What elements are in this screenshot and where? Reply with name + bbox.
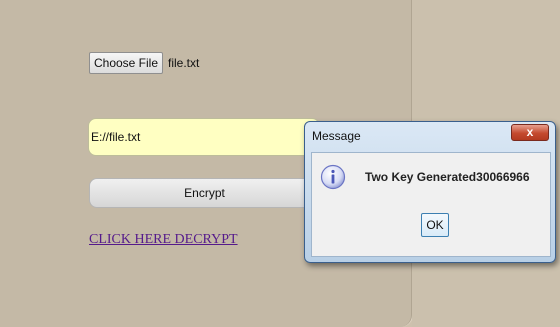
- message-dialog: Message x Two Key Generated30066966 OK: [304, 121, 556, 263]
- ok-button[interactable]: OK: [421, 213, 449, 237]
- file-path-field[interactable]: E://file.txt: [88, 118, 320, 156]
- dialog-title: Message: [312, 129, 361, 143]
- close-button[interactable]: x: [511, 124, 549, 141]
- selected-file-name: file.txt: [168, 56, 200, 70]
- decrypt-link[interactable]: CLICK HERE DECRYPT: [89, 232, 238, 248]
- dialog-message: Two Key Generated30066966: [365, 170, 530, 184]
- dialog-body: Two Key Generated30066966 OK: [311, 152, 551, 257]
- close-icon: x: [526, 125, 534, 139]
- info-icon: [320, 164, 346, 190]
- choose-file-button[interactable]: Choose File: [89, 52, 163, 74]
- encrypt-button[interactable]: Encrypt: [89, 178, 320, 208]
